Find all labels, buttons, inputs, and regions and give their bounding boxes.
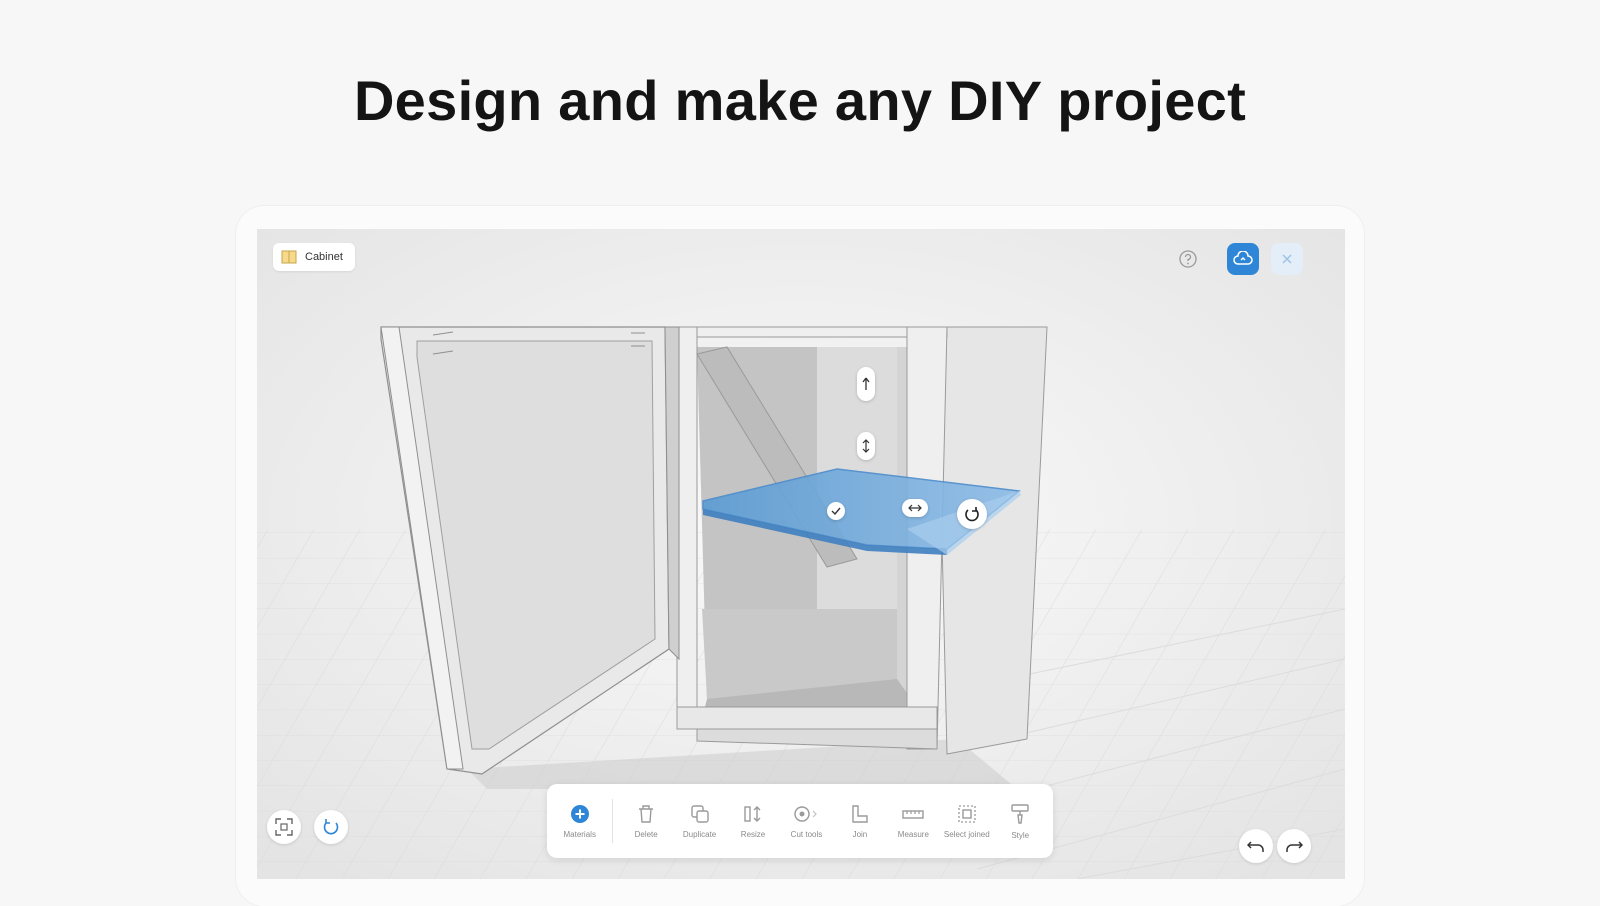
tool-label: Select joined	[943, 829, 990, 839]
history-controls	[1239, 829, 1325, 863]
check-icon	[831, 507, 841, 516]
tool-label: Join	[852, 829, 868, 839]
tool-label: Materials	[563, 829, 596, 839]
rotate-view-button[interactable]	[314, 810, 348, 844]
move-x-handle[interactable]	[902, 499, 928, 517]
duplicate-icon	[690, 804, 709, 823]
tool-delete[interactable]: Delete	[619, 791, 672, 851]
close-button[interactable]	[1271, 243, 1303, 275]
tool-duplicate[interactable]: Duplicate	[673, 791, 726, 851]
resize-y-handle[interactable]	[857, 432, 875, 460]
join-icon	[852, 804, 868, 823]
cloud-sync-button[interactable]	[1227, 243, 1259, 275]
fit-view-button[interactable]	[267, 810, 301, 844]
tool-label: Duplicate	[682, 829, 717, 839]
confirm-handle[interactable]	[827, 502, 845, 520]
tool-measure[interactable]: Measure	[887, 791, 940, 851]
fit-view-icon	[275, 818, 293, 836]
tool-style[interactable]: Style	[994, 791, 1047, 851]
app-screen: Cabinet Materials Delete Duplicate Resiz…	[257, 229, 1345, 879]
tool-label: Cut tools	[790, 829, 823, 839]
select-joined-icon	[958, 804, 976, 823]
bottom-toolbar: Materials Delete Duplicate Resize Cut to…	[547, 784, 1053, 858]
cloud-sync-icon	[1233, 251, 1253, 265]
saw-icon	[794, 805, 818, 822]
tool-select-joined[interactable]: Select joined	[940, 791, 993, 851]
redo-icon	[1286, 841, 1303, 852]
move-y-handle[interactable]	[857, 367, 875, 401]
cabinet-icon	[281, 250, 297, 264]
resize-icon	[744, 805, 761, 822]
project-name: Cabinet	[305, 251, 343, 263]
tool-label: Style	[1011, 830, 1030, 840]
undo-icon	[1247, 841, 1264, 852]
arrow-vertical-icon	[862, 439, 870, 453]
arrow-up-icon	[862, 377, 870, 390]
project-chip[interactable]: Cabinet	[273, 243, 355, 271]
page-headline: Design and make any DIY project	[353, 69, 1247, 132]
help-button[interactable]	[1172, 243, 1204, 275]
tool-label: Measure	[897, 829, 929, 839]
ruler-icon	[902, 809, 925, 819]
3d-viewport[interactable]	[257, 229, 1345, 879]
paint-brush-icon	[1011, 803, 1029, 824]
undo-button[interactable]	[1239, 829, 1273, 863]
tool-resize[interactable]: Resize	[726, 791, 779, 851]
tool-label: Resize	[740, 829, 766, 839]
rotate-icon	[965, 507, 979, 522]
help-icon	[1179, 250, 1197, 268]
arrow-horizontal-icon	[908, 504, 922, 512]
redo-button[interactable]	[1277, 829, 1311, 863]
tool-cut-tools[interactable]: Cut tools	[780, 791, 833, 851]
rotate-handle[interactable]	[957, 499, 987, 529]
tool-materials[interactable]: Materials	[553, 791, 606, 851]
tool-join[interactable]: Join	[833, 791, 886, 851]
plus-circle-icon	[570, 804, 589, 823]
rotate-view-icon	[323, 819, 339, 835]
trash-icon	[639, 804, 654, 823]
close-icon	[1282, 254, 1292, 264]
toolbar-divider	[612, 799, 614, 843]
tool-label: Delete	[634, 829, 658, 839]
